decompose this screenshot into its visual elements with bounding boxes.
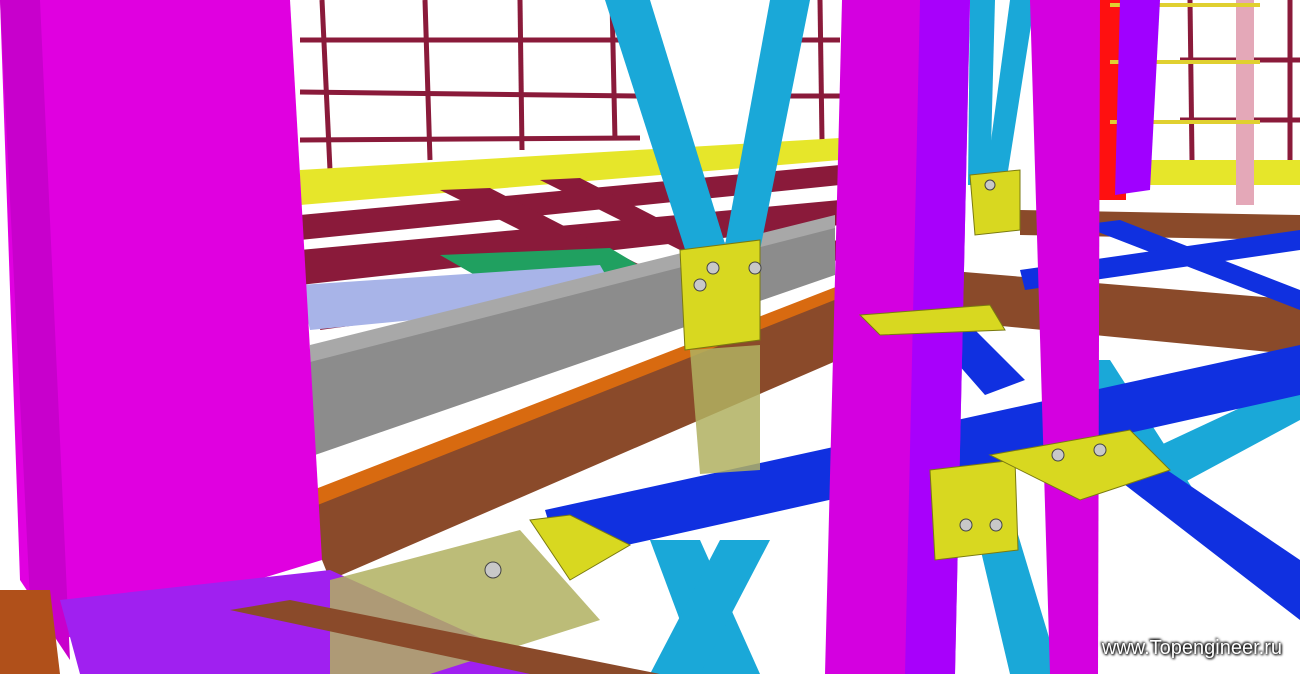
watermark-text: www.Topengineer.ru — [1101, 637, 1282, 659]
pink-post — [1236, 0, 1254, 205]
yellow-edge-beam-right — [1140, 160, 1300, 185]
steel-structure-scene — [0, 0, 1300, 674]
brown-beam-foreground-left — [0, 590, 60, 674]
